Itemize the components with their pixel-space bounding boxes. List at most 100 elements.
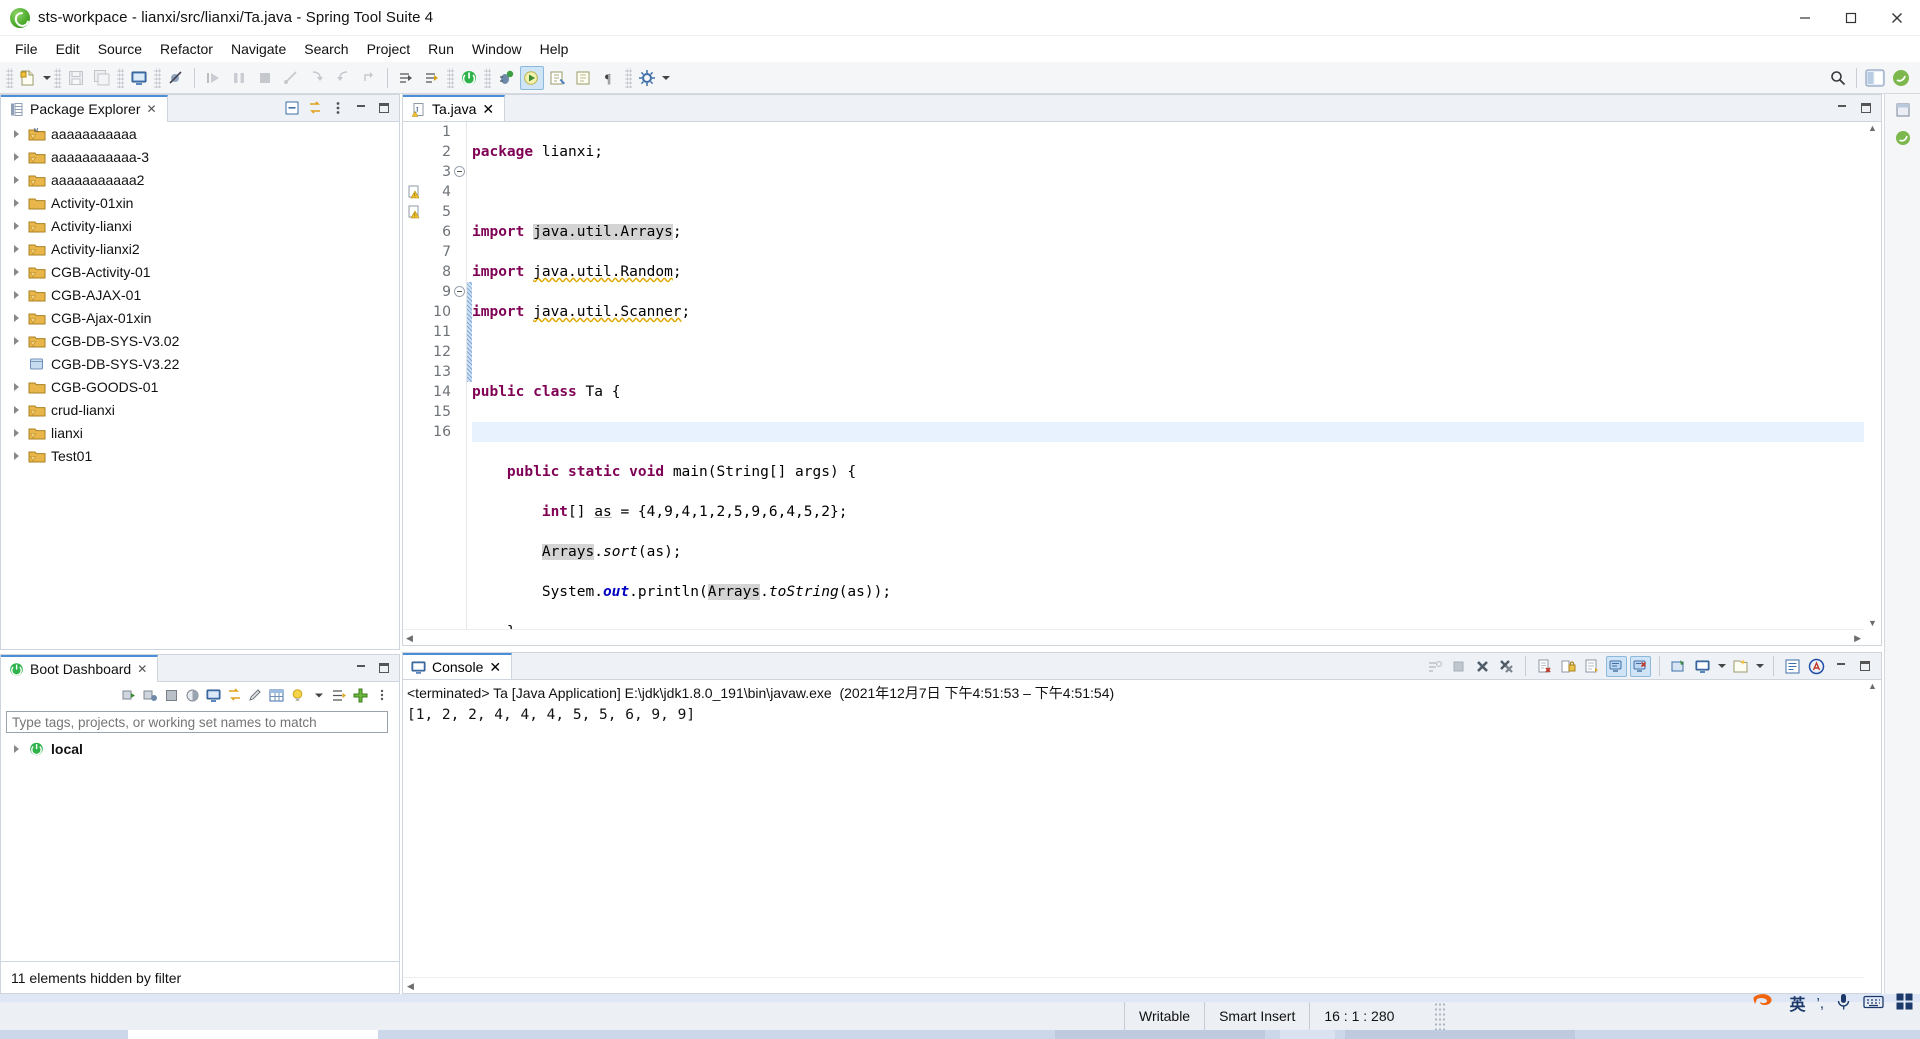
expand-arrow-icon[interactable]	[11, 427, 23, 439]
next-annotation-icon[interactable]	[394, 66, 418, 90]
scroll-lock-icon[interactable]	[1558, 656, 1579, 677]
taskbar-item[interactable]	[128, 1030, 378, 1039]
table-icon[interactable]	[267, 686, 286, 705]
tree-item-project-11[interactable]: CGB-GOODS-01	[1, 375, 399, 398]
warning-marker-icon[interactable]: !	[407, 184, 423, 203]
pencil-icon[interactable]	[246, 686, 265, 705]
tree-item-project-3[interactable]: Activity-01xin	[1, 191, 399, 214]
menu-source[interactable]: Source	[89, 38, 151, 60]
boot-dashboard-tree-item-local[interactable]: local	[1, 737, 399, 760]
ime-punctuation-icon[interactable]: ’,	[1817, 995, 1825, 1012]
toolbar-grip-7[interactable]	[625, 67, 632, 88]
editor-annotation-column[interactable]: ! !	[403, 122, 427, 629]
taskbar-item[interactable]	[1345, 1030, 1575, 1039]
terminate-icon[interactable]	[253, 66, 277, 90]
terminate-icon[interactable]	[1448, 656, 1469, 677]
editor-horizontal-scrollbar[interactable]: ◀ ▶	[403, 629, 1864, 645]
console-close-icon[interactable]: ✕	[489, 659, 501, 676]
expand-arrow-icon[interactable]	[11, 174, 23, 186]
chevron-down-icon[interactable]	[1754, 654, 1765, 678]
spring-perspective-icon[interactable]	[1889, 66, 1913, 90]
maximize-icon[interactable]	[1854, 656, 1875, 677]
tree-item-project-13[interactable]: lianxi	[1, 421, 399, 444]
maximize-button[interactable]	[1828, 0, 1874, 36]
step-over-icon[interactable]	[331, 66, 355, 90]
menu-refactor[interactable]: Refactor	[151, 38, 222, 60]
disconnect-icon[interactable]	[279, 66, 303, 90]
expand-arrow-icon[interactable]	[11, 743, 23, 755]
ime-mode-label[interactable]: 英	[1789, 991, 1805, 1015]
tree-item-project-12[interactable]: crud-lianxi	[1, 398, 399, 421]
menu-search[interactable]: Search	[295, 38, 357, 60]
expand-arrow-icon[interactable]	[11, 266, 23, 278]
search-icon[interactable]	[1826, 66, 1850, 90]
expand-arrow-icon[interactable]	[11, 335, 23, 347]
perspective-dropdown-icon[interactable]	[660, 66, 671, 90]
save-icon[interactable]	[64, 66, 88, 90]
tree-item-project-14[interactable]: Test01	[1, 444, 399, 467]
skip-breakpoints-icon[interactable]	[164, 66, 188, 90]
expand-arrow-icon[interactable]	[11, 450, 23, 462]
expand-arrow-icon[interactable]	[11, 312, 23, 324]
step-return-icon[interactable]	[357, 66, 381, 90]
show-output-icon[interactable]	[1606, 655, 1627, 677]
filter-icon[interactable]	[330, 686, 349, 705]
toolbar-grip-6[interactable]	[484, 67, 491, 88]
open-browser-icon[interactable]	[225, 686, 244, 705]
toolbar-grip-4[interactable]	[154, 67, 161, 88]
taskbar-item[interactable]	[1055, 1030, 1265, 1039]
expand-arrow-icon[interactable]	[11, 197, 23, 209]
chevron-down-icon[interactable]	[1716, 654, 1727, 678]
new-file-dropdown-icon[interactable]	[41, 66, 52, 90]
editor-body[interactable]: ! ! 1 2 3 4 5 6 7 8 9 10 11 12 13 14 15 …	[402, 121, 1882, 646]
console-horizontal-scrollbar[interactable]: ◀	[403, 977, 1864, 993]
toolbar-grip[interactable]	[6, 67, 13, 88]
spring-icon[interactable]	[1890, 126, 1916, 150]
warning-marker-icon[interactable]: !	[407, 204, 423, 223]
status-resize-grip[interactable]	[1434, 1002, 1447, 1030]
collapse-all-icon[interactable]	[282, 99, 301, 118]
restore-icon[interactable]	[1890, 98, 1916, 122]
debug-start-icon[interactable]	[141, 686, 160, 705]
maximize-icon[interactable]	[374, 659, 393, 678]
scroll-left-arrow-icon[interactable]: ◀	[407, 980, 414, 992]
scroll-down-arrow-icon[interactable]: ▼	[1868, 617, 1877, 629]
view-menu-icon[interactable]	[328, 99, 347, 118]
console-icon[interactable]	[204, 686, 223, 705]
maximize-icon[interactable]	[374, 99, 393, 118]
expand-arrow-icon[interactable]	[11, 289, 23, 301]
boot-dashboard-close-icon[interactable]: ✕	[137, 662, 147, 676]
menu-edit[interactable]: Edit	[47, 38, 89, 60]
tab-console[interactable]: Console ✕	[403, 652, 513, 680]
mic-icon[interactable]	[1835, 992, 1852, 1014]
toolbar-grip-5[interactable]	[447, 67, 454, 88]
tree-item-project-7[interactable]: CGB-AJAX-01	[1, 283, 399, 306]
menu-help[interactable]: Help	[531, 38, 578, 60]
expand-arrow-icon[interactable]	[11, 381, 23, 393]
pin-console-icon[interactable]	[1668, 656, 1689, 677]
editor-vertical-scrollbar[interactable]: ▲ ▼	[1864, 122, 1881, 629]
fold-collapse-icon[interactable]	[454, 166, 465, 177]
chevron-down-icon[interactable]	[309, 686, 328, 705]
pilcrow-icon[interactable]: ¶	[598, 66, 622, 90]
toolbar-grip-3[interactable]	[117, 67, 124, 88]
tab-ta-java[interactable]: J Ta.java ✕	[403, 94, 506, 122]
tree-item-project-4[interactable]: Activity-lianxi	[1, 214, 399, 237]
boot-power-icon[interactable]	[457, 66, 481, 90]
expand-arrow-icon[interactable]	[11, 404, 23, 416]
new-console-icon[interactable]	[1730, 656, 1751, 677]
view-menu-icon[interactable]	[372, 686, 391, 705]
maximize-icon[interactable]	[1856, 99, 1875, 118]
taskbar-item[interactable]	[1280, 1030, 1335, 1039]
menu-navigate[interactable]: Navigate	[222, 38, 295, 60]
menu-project[interactable]: Project	[358, 38, 420, 60]
minimize-icon[interactable]	[351, 99, 370, 118]
open-perspective-icon[interactable]	[635, 66, 659, 90]
editor-folding-column[interactable]	[454, 122, 467, 629]
tree-item-project-1[interactable]: aaaaaaaaaaa-3	[1, 145, 399, 168]
display-console-icon[interactable]	[1692, 656, 1713, 677]
fold-collapse-icon[interactable]	[454, 286, 465, 297]
start-icon[interactable]	[120, 686, 139, 705]
stop-icon[interactable]	[162, 686, 181, 705]
previous-annotation-icon[interactable]	[420, 66, 444, 90]
